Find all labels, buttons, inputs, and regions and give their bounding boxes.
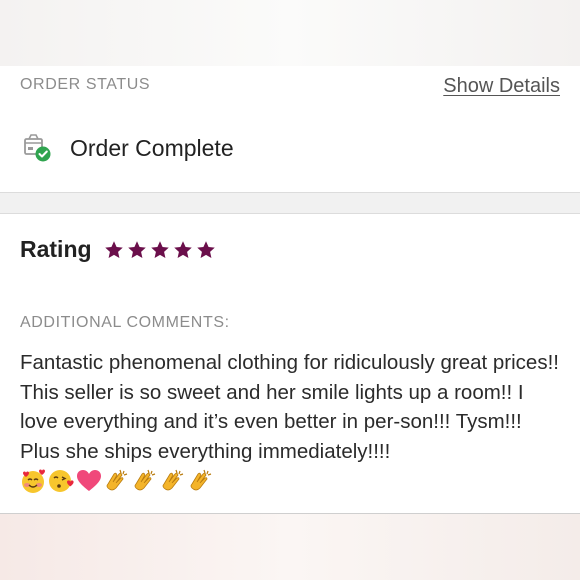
package-check-icon	[22, 133, 52, 163]
comments-heading: ADDITIONAL COMMENTS:	[20, 314, 230, 331]
smiling-face-with-hearts-icon	[22, 469, 45, 493]
show-details-link[interactable]: Show Details	[443, 75, 560, 98]
clapping-hands-icon	[134, 469, 156, 491]
order-status-card: ORDER STATUS Show Details Order Complete	[0, 66, 580, 193]
comment-text: Fantastic phenomenal clothing for ridicu…	[20, 351, 559, 463]
face-blowing-kiss-icon	[49, 470, 74, 492]
star-icon	[196, 240, 215, 258]
blurred-footer-area	[0, 514, 580, 580]
blurred-header-area	[0, 0, 580, 66]
clapping-hands-icon	[162, 469, 184, 491]
star-icon	[150, 240, 169, 258]
order-status-heading: ORDER STATUS	[20, 76, 151, 93]
clapping-hands-icon	[190, 469, 212, 491]
star-icon	[104, 240, 123, 258]
star-rating	[104, 240, 216, 260]
rating-label: Rating	[20, 236, 92, 262]
star-icon	[127, 240, 146, 258]
clapping-hands-icon	[106, 469, 128, 491]
rating-row: Rating	[20, 236, 216, 263]
emoji-row	[20, 468, 214, 494]
star-icon	[173, 240, 192, 258]
section-divider	[0, 193, 580, 214]
order-status-row: Order Complete	[22, 132, 234, 164]
rating-card: Rating ADDITIONAL COMMENTS: Fantastic ph…	[0, 214, 580, 514]
order-status-text: Order Complete	[70, 134, 234, 161]
pink-heart-icon	[77, 470, 101, 491]
